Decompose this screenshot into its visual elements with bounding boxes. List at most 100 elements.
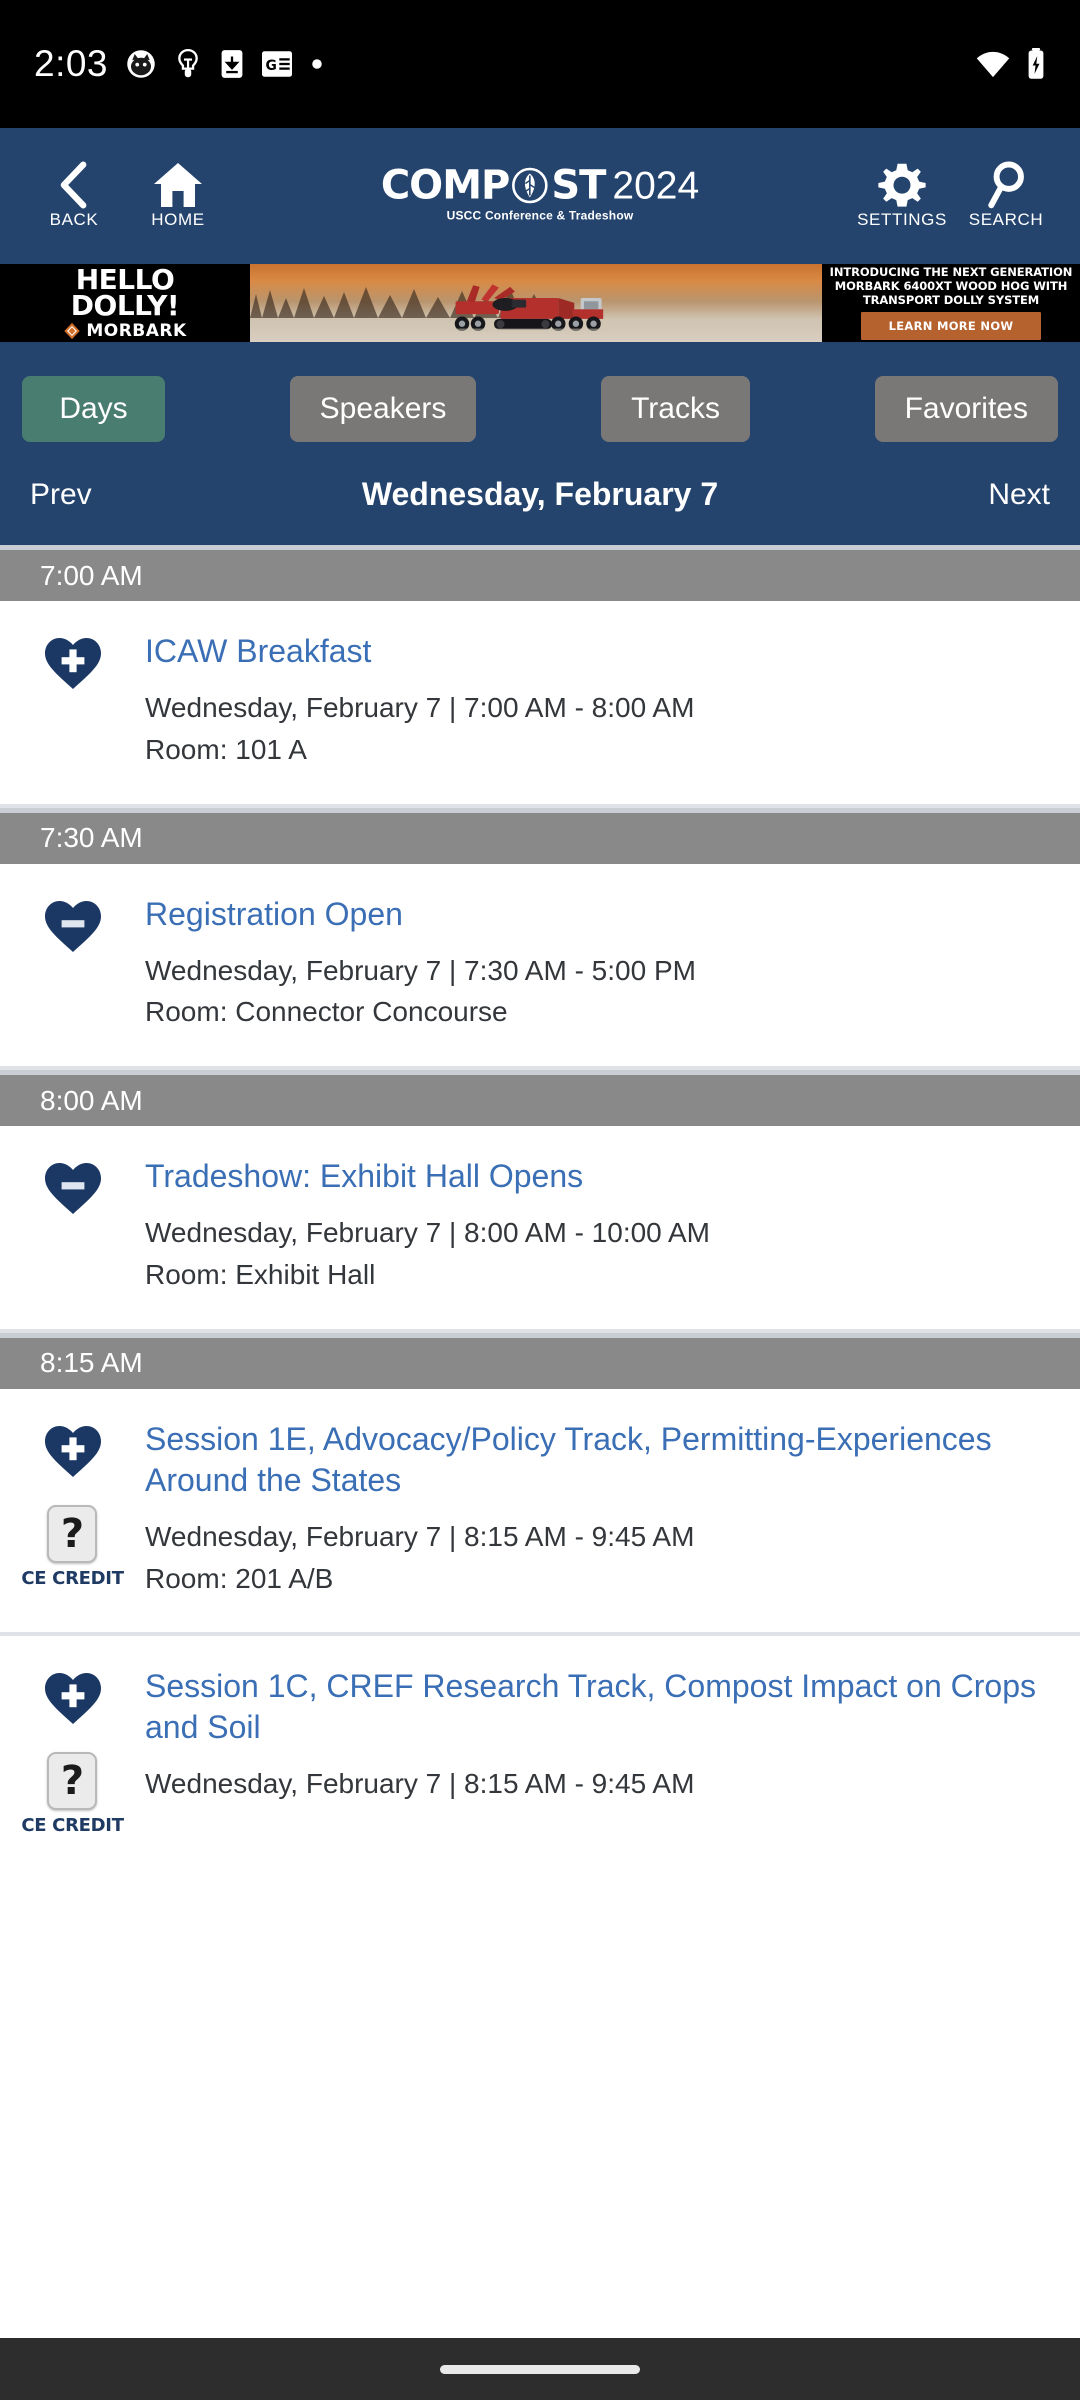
home-button[interactable]: HOME bbox=[126, 161, 230, 228]
compost-leaf-mark-icon bbox=[510, 166, 550, 206]
header-right-actions: SETTINGS SEARCH bbox=[850, 161, 1058, 228]
app-root: 2:03 G BACK HOME COMP ST 2024 USCC Confe… bbox=[0, 0, 1080, 2400]
event-room: Room: 201 A/B bbox=[145, 1562, 334, 1594]
tab-tracks-label: Tracks bbox=[631, 392, 720, 425]
status-bar-right bbox=[976, 48, 1046, 80]
heart-minus-icon[interactable] bbox=[43, 898, 103, 954]
status-bar: 2:03 G bbox=[0, 0, 1080, 128]
home-icon bbox=[154, 162, 202, 207]
tab-favorites-label: Favorites bbox=[904, 392, 1028, 425]
banner-headline-panel: HELLO DOLLY! MORBARK bbox=[0, 264, 250, 342]
heart-plus-icon[interactable] bbox=[43, 1670, 103, 1726]
settings-button-label: SETTINGS bbox=[857, 209, 947, 229]
wifi-icon bbox=[976, 50, 1010, 78]
tab-favorites[interactable]: Favorites bbox=[874, 376, 1058, 442]
ce-credit-badge[interactable]: ? CE CREDIT bbox=[21, 1504, 124, 1589]
tab-days[interactable]: Days bbox=[22, 376, 165, 442]
banner-copy-panel: INTRODUCING THE NEXT GENERATION MORBARK … bbox=[822, 264, 1080, 342]
schedule-tabs: Days Speakers Tracks Favorites bbox=[0, 376, 1080, 442]
banner-product-image bbox=[250, 264, 822, 342]
system-navigation-bar bbox=[0, 2338, 1080, 2400]
event-datetime: Wednesday, February 7 | 8:15 AM - 9:45 A… bbox=[145, 1520, 695, 1552]
status-clock: 2:03 bbox=[34, 43, 109, 84]
agenda-event-row[interactable]: ? CE CREDIT Session 1C, CREF Research Tr… bbox=[0, 1636, 1080, 1867]
status-bar-left: 2:03 G bbox=[34, 43, 324, 85]
event-icon-column bbox=[0, 894, 145, 1037]
time-header: 8:15 AM bbox=[0, 1332, 1080, 1389]
event-room: Room: Connector Concourse bbox=[145, 996, 508, 1028]
chevron-left-icon bbox=[60, 161, 87, 208]
event-title[interactable]: Session 1E, Advocacy/Policy Track, Permi… bbox=[145, 1419, 1050, 1501]
event-details: Tradeshow: Exhibit Hall Opens Wednesday,… bbox=[145, 1156, 1080, 1299]
ce-credit-badge[interactable]: ? CE CREDIT bbox=[21, 1752, 124, 1836]
event-icon-column: ? CE CREDIT bbox=[0, 1666, 145, 1836]
conference-logo: COMP ST 2024 USCC Conference & Tradeshow bbox=[381, 166, 699, 223]
heart-plus-icon[interactable] bbox=[43, 635, 103, 691]
banner-copy-line2: MORBARK 6400XT WOOD HOG WITH bbox=[834, 279, 1068, 293]
event-details: Session 1C, CREF Research Track, Compost… bbox=[145, 1666, 1080, 1836]
time-header: 8:00 AM bbox=[0, 1070, 1080, 1127]
agenda-event-row[interactable]: Tradeshow: Exhibit Hall Opens Wednesday,… bbox=[0, 1126, 1080, 1333]
dot-icon bbox=[310, 57, 324, 71]
question-mark-icon: ? bbox=[47, 1504, 98, 1563]
event-title[interactable]: Session 1C, CREF Research Track, Compost… bbox=[145, 1666, 1050, 1748]
event-room: Room: 101 A bbox=[145, 733, 307, 765]
next-day-button[interactable]: Next bbox=[988, 478, 1050, 512]
search-button[interactable]: SEARCH bbox=[954, 161, 1058, 228]
home-gesture-pill[interactable] bbox=[440, 2364, 640, 2374]
banner-brand-label: MORBARK bbox=[86, 320, 187, 341]
schedule-nav-zone: Days Speakers Tracks Favorites Prev Wedn… bbox=[0, 346, 1080, 545]
time-header: 7:00 AM bbox=[0, 545, 1080, 601]
morbark-logo-icon bbox=[64, 322, 80, 339]
event-icon-column bbox=[0, 631, 145, 774]
agenda-event-row[interactable]: Registration Open Wednesday, February 7 … bbox=[0, 863, 1080, 1071]
event-details: Registration Open Wednesday, February 7 … bbox=[145, 894, 1080, 1037]
banner-copy-line3: TRANSPORT DOLLY SYSTEM bbox=[862, 293, 1040, 308]
event-details: Session 1E, Advocacy/Policy Track, Permi… bbox=[145, 1419, 1080, 1603]
search-icon bbox=[988, 161, 1024, 208]
tab-days-label: Days bbox=[59, 392, 128, 425]
event-icon-column: ? CE CREDIT bbox=[0, 1419, 145, 1603]
battery-charging-icon bbox=[1026, 48, 1046, 80]
event-datetime: Wednesday, February 7 | 8:15 AM - 9:45 A… bbox=[145, 1768, 695, 1800]
event-room: Room: Exhibit Hall bbox=[145, 1259, 376, 1290]
day-navigator: Prev Wednesday, February 7 Next bbox=[0, 442, 1080, 545]
question-mark-icon: ? bbox=[47, 1752, 98, 1811]
agenda-event-row[interactable]: ICAW Breakfast Wednesday, February 7 | 7… bbox=[0, 601, 1080, 808]
event-title[interactable]: ICAW Breakfast bbox=[145, 631, 1050, 672]
app-header: BACK HOME COMP ST 2024 USCC Conference &… bbox=[0, 128, 1080, 260]
agenda-event-row[interactable]: ? CE CREDIT Session 1E, Advocacy/Policy … bbox=[0, 1388, 1080, 1637]
prev-day-button[interactable]: Prev bbox=[30, 478, 92, 512]
settings-button[interactable]: SETTINGS bbox=[850, 161, 954, 228]
logo-compost-tail: ST bbox=[551, 162, 606, 209]
banner-copy-line1: INTRODUCING THE NEXT GENERATION bbox=[829, 264, 1073, 279]
logo-wordmark-row: COMP ST 2024 bbox=[381, 166, 699, 206]
banner-cta-button[interactable]: LEARN MORE NOW bbox=[860, 312, 1042, 341]
event-title[interactable]: Tradeshow: Exhibit Hall Opens bbox=[145, 1156, 1050, 1197]
sponsor-banner-ad[interactable]: HELLO DOLLY! MORBARK INTRODUCING THE NEX… bbox=[0, 260, 1080, 346]
event-datetime: Wednesday, February 7 | 8:00 AM - 10:00 … bbox=[145, 1217, 710, 1249]
cat-avatar-icon bbox=[126, 49, 156, 79]
ce-credit-label: CE CREDIT bbox=[21, 1567, 124, 1589]
current-day-label: Wednesday, February 7 bbox=[361, 476, 719, 512]
agenda-list[interactable]: 7:00 AM ICAW Breakfast Wednesday, Februa… bbox=[0, 545, 1080, 1867]
event-datetime: Wednesday, February 7 | 7:30 AM - 5:00 P… bbox=[145, 954, 696, 986]
event-details: ICAW Breakfast Wednesday, February 7 | 7… bbox=[145, 631, 1080, 774]
logo-year: 2024 bbox=[612, 164, 700, 207]
phone-download-icon bbox=[220, 49, 244, 79]
search-button-label: SEARCH bbox=[968, 209, 1044, 229]
tab-tracks[interactable]: Tracks bbox=[601, 376, 750, 442]
banner-headline-line2: DOLLY! bbox=[70, 289, 180, 322]
lightbulb-icon bbox=[174, 49, 202, 79]
time-header: 7:30 AM bbox=[0, 807, 1080, 864]
banner-brand: MORBARK bbox=[63, 321, 186, 341]
heart-minus-icon[interactable] bbox=[43, 1160, 103, 1216]
home-button-label: HOME bbox=[151, 209, 205, 229]
tab-speakers[interactable]: Speakers bbox=[289, 376, 477, 442]
heart-plus-icon[interactable] bbox=[43, 1423, 103, 1479]
back-button[interactable]: BACK bbox=[22, 161, 126, 228]
event-title[interactable]: Registration Open bbox=[145, 894, 1050, 935]
event-datetime: Wednesday, February 7 | 7:00 AM - 8:00 A… bbox=[145, 691, 695, 723]
tab-speakers-label: Speakers bbox=[319, 392, 447, 425]
google-news-icon: G bbox=[262, 51, 293, 77]
